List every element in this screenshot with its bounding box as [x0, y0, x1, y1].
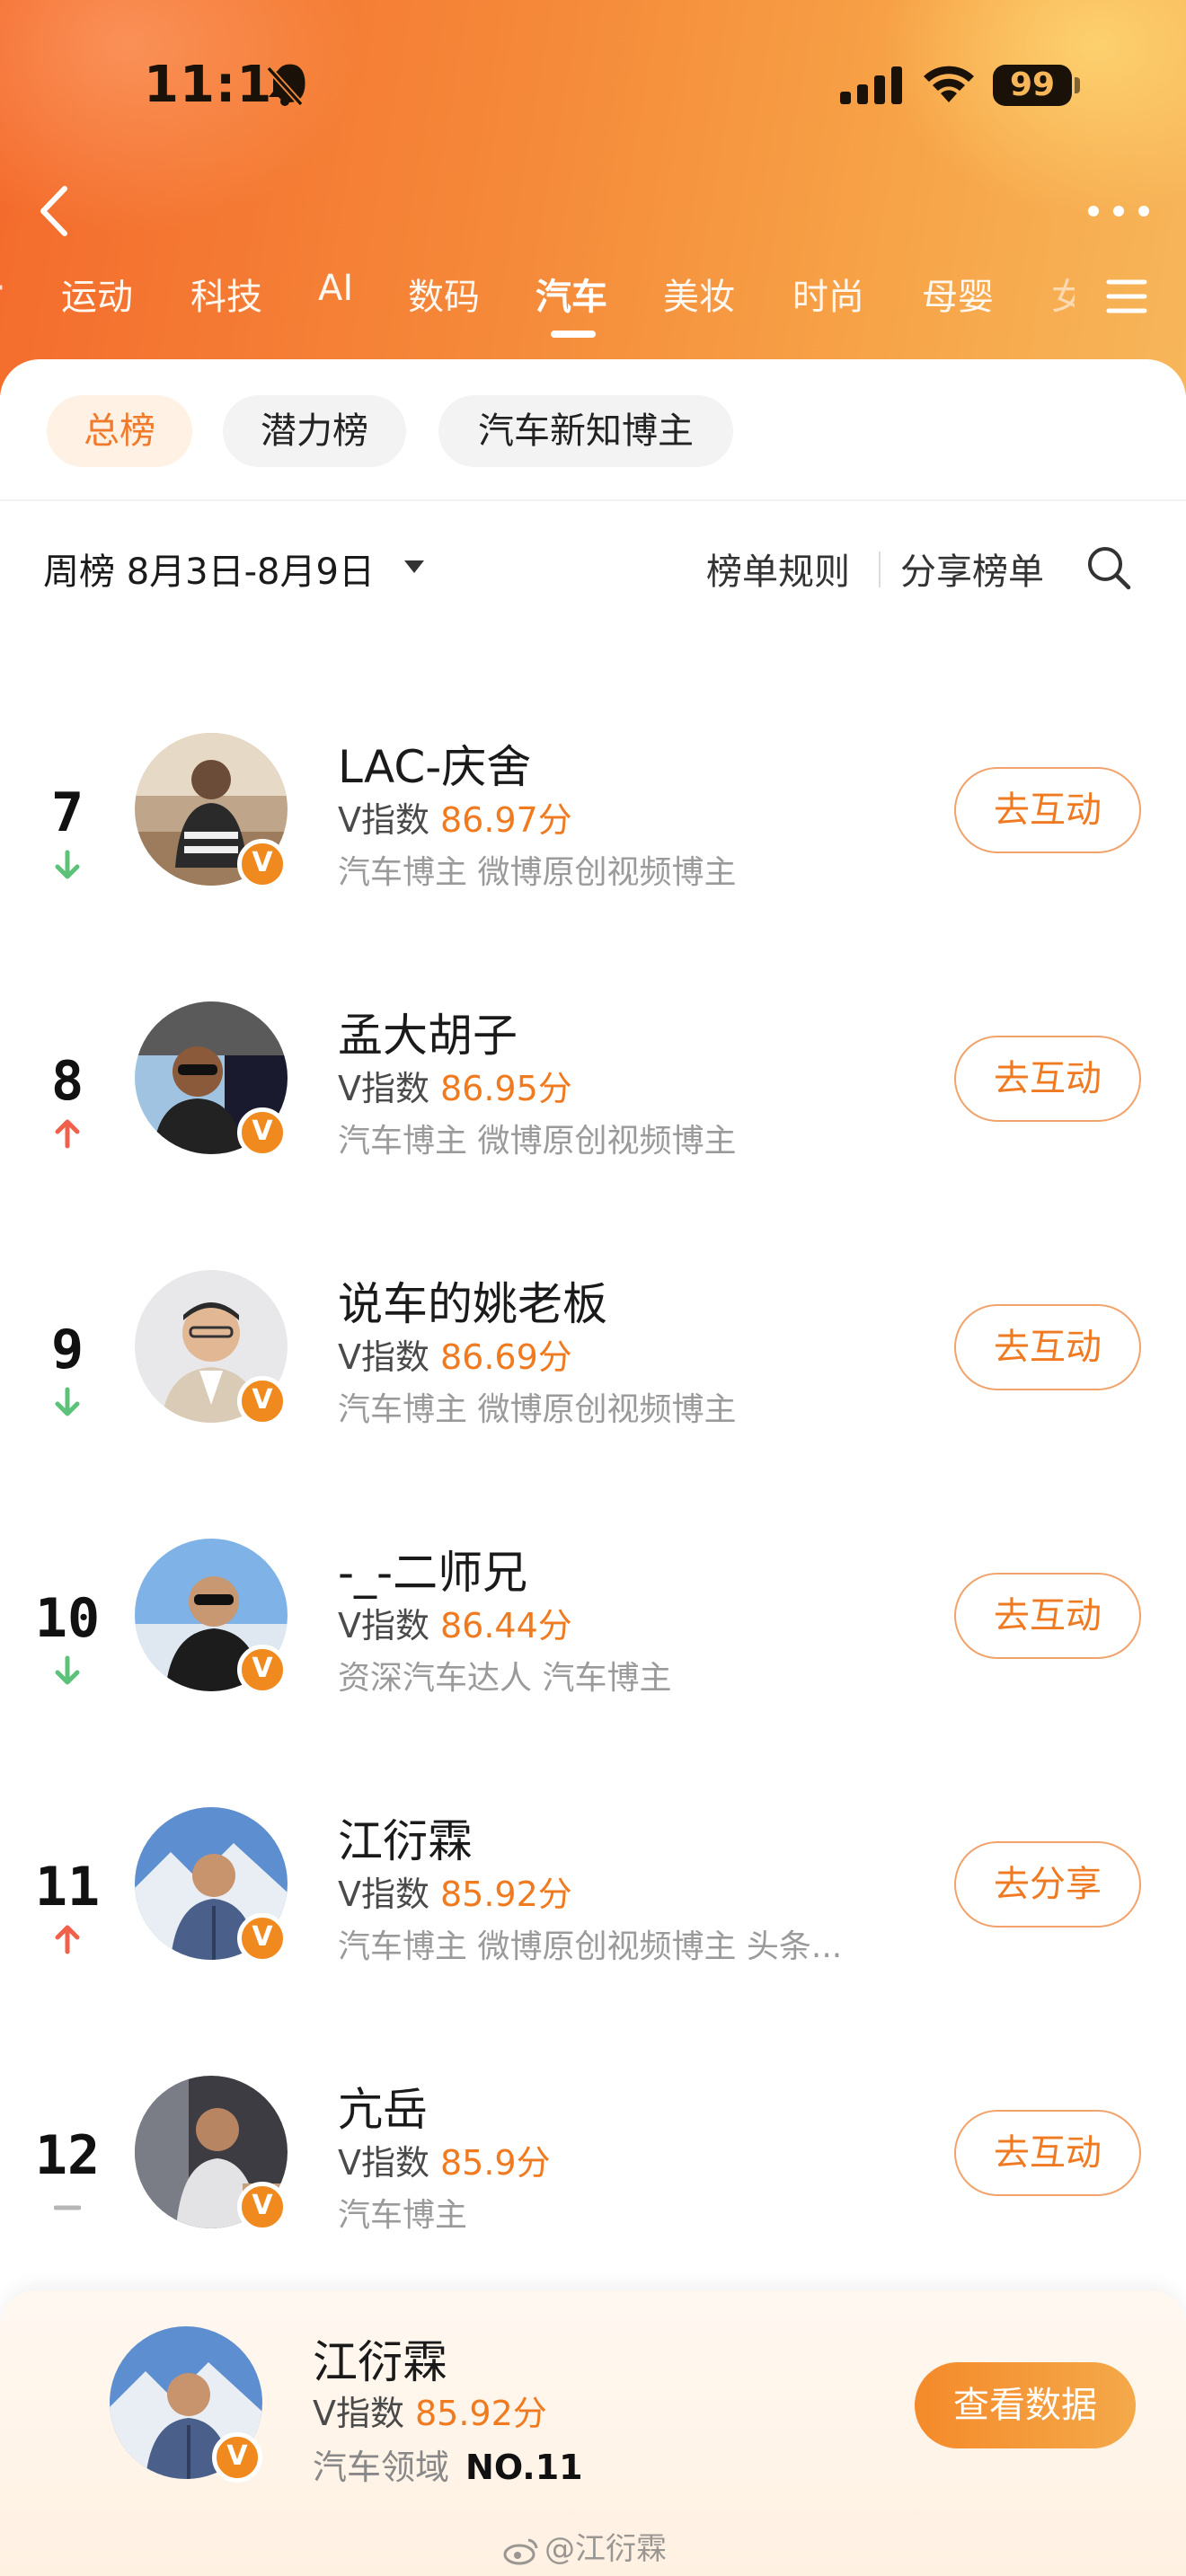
verified-v-badge-icon: V [237, 1107, 288, 1158]
share-ranking-link[interactable]: 分享榜单 [900, 543, 1044, 595]
v-index: V指数 86.95分 [338, 1069, 572, 1108]
blogger-name[interactable]: 亢岳 [338, 2074, 428, 2139]
rank-number: 9 [50, 1319, 84, 1381]
status-bar: 11:10 99 [0, 0, 1186, 171]
filter-bar: 周榜 8月3日-8月9日 榜单规则 分享榜单 [0, 530, 1186, 602]
rank-number: 10 [34, 1587, 101, 1650]
cellular-signal-icon [840, 66, 902, 104]
interact-button[interactable]: 去互动 [954, 2110, 1141, 2196]
back-arrow-icon[interactable] [27, 180, 90, 243]
list-item[interactable]: 11 V 江衍霖 V指数 85.92分 汽车博主 微博原创视频博主 头条... 去… [0, 1807, 1186, 2077]
v-index-score: 86.69分 [440, 1337, 572, 1377]
trend-up-icon [55, 1119, 80, 1149]
blogger-name[interactable]: 说车的姚老板 [338, 1268, 607, 1333]
tab-ai[interactable]: AI [318, 268, 353, 309]
tab-beauty[interactable]: 美妆 [663, 268, 735, 320]
trend-down-icon [55, 850, 80, 879]
rank-number: 8 [50, 1050, 84, 1113]
blogger-name[interactable]: -_-二师兄 [338, 1537, 527, 1601]
blogger-tags: 汽车博主 微博原创视频博主 [338, 1391, 737, 1428]
week-selector[interactable]: 周榜 8月3日-8月9日 [43, 543, 375, 595]
v-index-score: 86.44分 [440, 1606, 572, 1645]
bell-muted-icon [266, 66, 304, 107]
ranking-rules-link[interactable]: 榜单规则 [706, 543, 850, 595]
my-v-index: V指数 85.92分 [313, 2394, 547, 2433]
trend-up-icon [55, 1925, 80, 1954]
verified-v-badge-icon: V [237, 839, 288, 889]
list-item[interactable]: 9 V 说车的姚老板 V指数 86.69分 汽车博主 微博原创视频博主 去互动 [0, 1270, 1186, 1539]
trend-down-icon [55, 1387, 80, 1416]
menu-icon[interactable] [1100, 269, 1154, 323]
list-item[interactable]: 8 V 孟大胡子 V指数 86.95分 汽车博主 微博原创视频博主 去互动 [0, 1001, 1186, 1271]
v-index: V指数 85.92分 [338, 1875, 572, 1914]
more-options-icon[interactable] [1083, 189, 1155, 234]
blogger-tags: 汽车博主 微博原创视频博主 [338, 854, 737, 891]
v-index-score: 86.97分 [440, 800, 572, 840]
chip-overall[interactable]: 总榜 [47, 395, 192, 467]
caret-down-icon[interactable] [403, 559, 426, 575]
my-rank-number: NO.11 [465, 2448, 583, 2487]
rank-number: 11 [34, 1856, 101, 1919]
tab-sports[interactable]: 运动 [61, 268, 133, 320]
active-tab-indicator [551, 331, 596, 338]
verified-v-badge-icon: V [237, 1376, 288, 1426]
v-index-score: 85.92分 [440, 1875, 572, 1914]
interact-button[interactable]: 去互动 [954, 1573, 1141, 1659]
tab-tech[interactable]: 科技 [190, 268, 262, 320]
wifi-icon [924, 66, 974, 102]
chip-potential[interactable]: 潜力榜 [223, 395, 406, 467]
tab-digital[interactable]: 数码 [408, 268, 480, 320]
blogger-tags: 资深汽车达人 汽车博主 [338, 1660, 672, 1697]
trend-unchanged-icon [54, 2205, 81, 2210]
watermark: @江衍霖 [503, 2524, 667, 2568]
v-index: V指数 86.44分 [338, 1606, 572, 1645]
interact-button[interactable]: 去互动 [954, 767, 1141, 853]
rank-number: 7 [50, 781, 84, 844]
list-item[interactable]: 7 V LAC-庆舍 V指数 86.97分 汽车博主 微博原创视频博主 去互动 [0, 733, 1186, 1002]
trend-down-icon [55, 1655, 80, 1685]
blogger-name[interactable]: 孟大胡子 [338, 1000, 518, 1064]
my-name: 江衍霖 [313, 2336, 447, 2388]
verified-v-badge-icon: V [212, 2432, 262, 2483]
verified-v-badge-icon: V [237, 1913, 288, 1963]
v-index: V指数 86.97分 [338, 800, 572, 840]
tab-fashion[interactable]: 时尚 [792, 268, 864, 320]
rank-number: 12 [34, 2124, 101, 2187]
share-button[interactable]: 去分享 [954, 1841, 1141, 1928]
chip-new-auto-blogger[interactable]: 汽车新知博主 [438, 395, 733, 467]
blogger-tags: 汽车博主 微博原创视频博主 [338, 1123, 737, 1160]
view-data-button[interactable]: 查看数据 [915, 2362, 1136, 2448]
v-index-score: 85.9分 [440, 2143, 551, 2183]
verified-v-badge-icon: V [237, 2182, 288, 2232]
tab-auto[interactable]: 汽车 [535, 268, 607, 320]
blogger-tags: 汽车博主 微博原创视频博主 头条... [338, 1928, 843, 1965]
tab-mother-baby[interactable]: 母婴 [922, 268, 994, 320]
blogger-name[interactable]: 江衍霖 [338, 1805, 473, 1870]
list-item[interactable]: 10 V -_-二师兄 V指数 86.44分 资深汽车达人 汽车博主 去互动 [0, 1539, 1186, 1808]
weibo-logo-icon [503, 2538, 538, 2564]
interact-button[interactable]: 去互动 [954, 1036, 1141, 1122]
blogger-tags: 汽车博主 [338, 2197, 468, 2234]
verified-v-badge-icon: V [237, 1645, 288, 1695]
v-index-score: 86.95分 [440, 1069, 572, 1108]
v-index: V指数 85.9分 [338, 2143, 551, 2183]
v-index: V指数 86.69分 [338, 1337, 572, 1377]
blogger-name[interactable]: LAC-庆舍 [338, 731, 531, 796]
category-tabs: · 运动 科技 AI 数码 汽车 美妆 时尚 母婴 女 [0, 260, 1186, 341]
my-field-rank: 汽车领域 NO.11 [313, 2448, 583, 2487]
interact-button[interactable]: 去互动 [954, 1304, 1141, 1390]
battery-indicator: 99 [993, 65, 1072, 106]
search-icon[interactable] [1084, 543, 1134, 593]
my-v-index-score: 85.92分 [415, 2394, 547, 2433]
